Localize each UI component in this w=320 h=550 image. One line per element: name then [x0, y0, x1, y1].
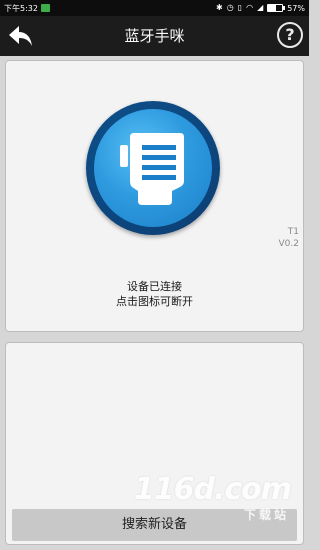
device-version: T1 V0.2 — [279, 226, 299, 250]
page-title: 蓝牙手咪 — [124, 27, 185, 45]
wifi-icon: ◠ — [246, 3, 254, 12]
device-model: T1 — [287, 227, 299, 237]
connection-status: 设备已连接 点击图标可断开 — [6, 279, 303, 309]
app-header: 蓝牙手咪 ? — [0, 16, 309, 56]
firmware-version: V0.2 — [278, 239, 299, 249]
help-button[interactable]: ? — [277, 22, 303, 48]
status-time: 下午5:32 — [4, 3, 38, 13]
status-line-hint: 点击图标可断开 — [116, 295, 193, 308]
signal-icon: ◢ — [257, 3, 264, 12]
device-panel: T1 V0.2 设备已连接 点击图标可断开 — [5, 60, 304, 332]
app-badge-icon — [40, 4, 50, 12]
status-line-connected: 设备已连接 — [127, 280, 182, 293]
vibrate-icon: ▯ — [237, 3, 243, 12]
search-panel: 搜索新设备 — [5, 342, 304, 545]
walkie-talkie-icon — [120, 133, 184, 205]
device-connect-button[interactable] — [86, 101, 220, 235]
status-bar: 下午5:32 ✱ ◷ ▯ ◠ ◢ 57% — [0, 0, 309, 16]
battery-percent: 57% — [287, 3, 305, 13]
bluetooth-icon: ✱ — [215, 3, 223, 12]
device-button-face — [94, 109, 212, 227]
battery-level-fill — [268, 5, 277, 11]
battery-icon — [267, 4, 286, 12]
search-new-device-button[interactable]: 搜索新设备 — [12, 509, 297, 541]
alarm-icon: ◷ — [226, 3, 234, 12]
help-icon: ? — [285, 25, 295, 44]
